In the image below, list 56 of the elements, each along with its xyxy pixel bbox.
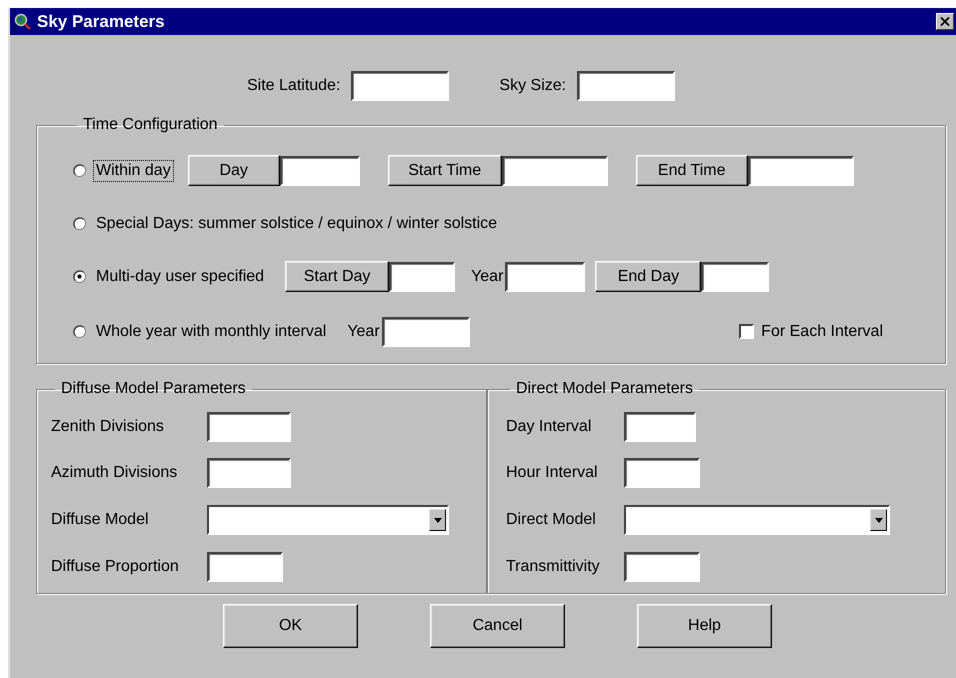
option-label[interactable]: Within day — [93, 160, 174, 182]
radio-button[interactable] — [73, 217, 86, 230]
input-field[interactable] — [382, 316, 470, 346]
picker-button[interactable]: Day — [188, 155, 280, 186]
input-field[interactable] — [207, 458, 291, 488]
field-label: Day Interval — [506, 418, 592, 436]
input-field[interactable] — [280, 156, 360, 186]
dropdown[interactable] — [207, 505, 449, 535]
input-field[interactable] — [624, 412, 696, 442]
field-label: Transmittivity — [506, 558, 601, 576]
input-field[interactable] — [624, 552, 700, 582]
option-label[interactable]: Special Days: summer solstice / equinox / winter solstice — [93, 212, 500, 234]
field-label: Azimuth Divisions — [51, 464, 178, 482]
close-icon — [940, 17, 950, 26]
field-label: Year — [347, 322, 380, 340]
radio-button[interactable] — [73, 164, 86, 177]
group-title: Time Configuration — [82, 116, 219, 134]
dialog-button[interactable]: Cancel — [430, 604, 565, 648]
group-title: Direct Model Parameters — [515, 380, 694, 398]
input-field[interactable] — [502, 156, 608, 186]
input-field[interactable] — [207, 552, 283, 582]
globe-magnifier-icon — [14, 12, 32, 30]
dropdown[interactable] — [624, 505, 890, 535]
radio-button[interactable] — [73, 270, 86, 283]
input-field[interactable] — [577, 71, 676, 101]
dialog-button[interactable]: Help — [637, 604, 772, 648]
window-title: Sky Parameters — [37, 12, 166, 32]
field-label: Zenith Divisions — [51, 418, 165, 436]
field-label: Diffuse Proportion — [51, 558, 180, 576]
caret-icon — [434, 518, 442, 522]
input-field[interactable] — [624, 458, 700, 488]
field-label: Direct Model — [506, 511, 597, 529]
input-field[interactable] — [351, 71, 450, 101]
field-label: Site Latitude: — [247, 77, 340, 95]
option-label[interactable]: Whole year with monthly interval — [93, 320, 330, 342]
caret-icon — [874, 518, 882, 522]
checkbox-label: For Each Interval — [761, 322, 883, 340]
input-field[interactable] — [748, 156, 854, 186]
input-field[interactable] — [505, 262, 586, 292]
radio-button[interactable] — [73, 325, 86, 338]
checkbox[interactable] — [739, 324, 754, 339]
field-label: Year — [471, 268, 504, 286]
picker-button[interactable]: End Time — [636, 155, 748, 186]
field-label: Sky Size: — [499, 77, 566, 95]
dialog-button[interactable]: OK — [223, 604, 358, 648]
option-label[interactable]: Multi-day user specified — [93, 266, 268, 288]
picker-button[interactable]: End Day — [595, 261, 702, 292]
input-field[interactable] — [389, 262, 456, 292]
input-field[interactable] — [207, 412, 291, 442]
input-field[interactable] — [701, 262, 770, 292]
field-label: Hour Interval — [506, 464, 599, 482]
close-button[interactable] — [936, 13, 954, 30]
picker-button[interactable]: Start Day — [285, 261, 390, 292]
picker-button[interactable]: Start Time — [388, 155, 502, 186]
field-label: Diffuse Model — [51, 511, 150, 529]
group-title: Diffuse Model Parameters — [60, 380, 247, 398]
